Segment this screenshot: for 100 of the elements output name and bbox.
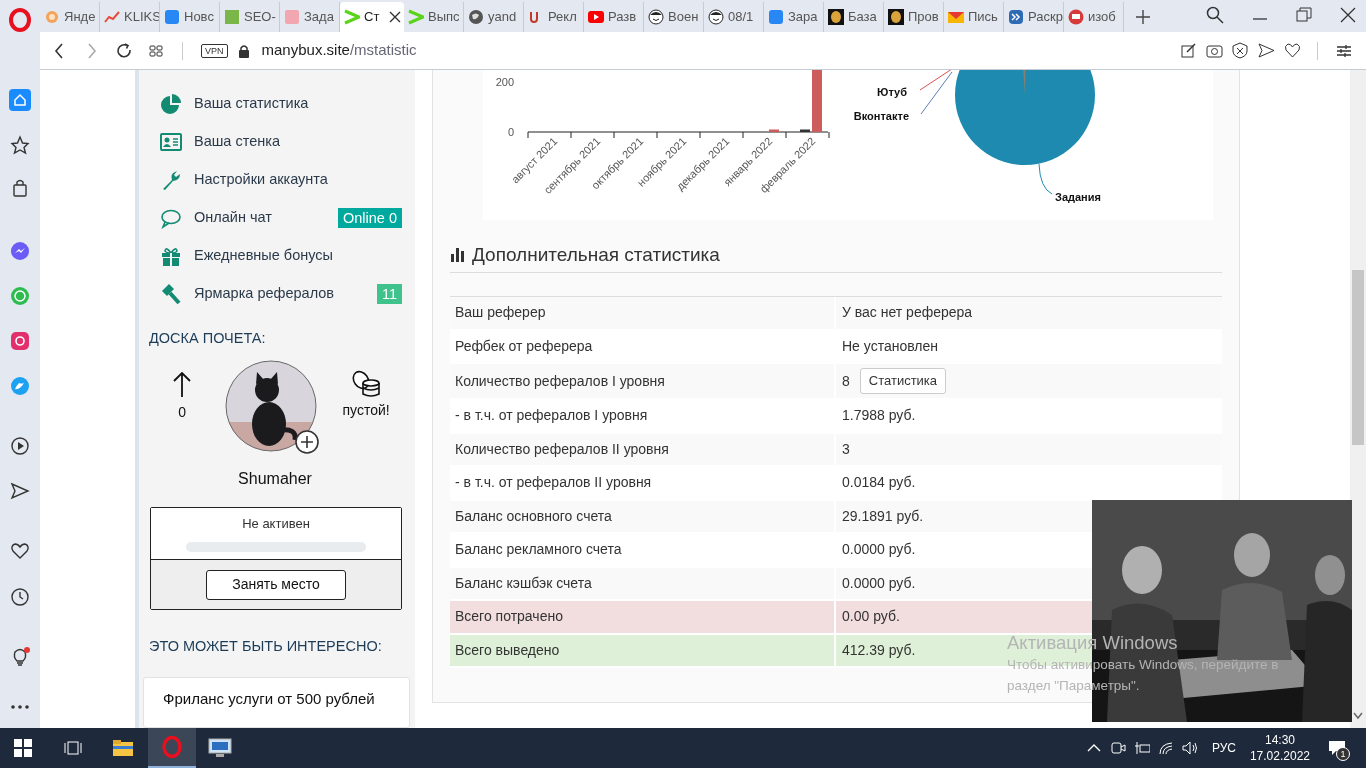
envelope-icon: [948, 9, 964, 25]
axis-tick-label: 200: [495, 76, 514, 88]
menu-item[interactable]: Ваша статистика: [139, 85, 415, 123]
vk-icon: [768, 9, 784, 25]
medal-icon: [888, 9, 904, 25]
notification-count: 1: [1336, 747, 1350, 761]
messenger-icon[interactable]: [9, 240, 31, 262]
scrollbar-thumb[interactable]: [1352, 270, 1364, 445]
speaker-icon[interactable]: [1181, 740, 1198, 756]
close-icon[interactable]: [1340, 7, 1356, 23]
table-cell: Рефбек от реферера: [450, 330, 836, 362]
menu-item[interactable]: Онлайн чат Online 0: [139, 199, 415, 237]
take-place-button[interactable]: Занять место: [206, 569, 346, 600]
speech-bubble-icon: [160, 207, 182, 229]
smiley-icon: [708, 9, 724, 25]
twitter-icon[interactable]: [9, 375, 31, 397]
count-badge: Online 0: [338, 208, 402, 228]
shield-icon[interactable]: [1232, 42, 1249, 59]
star-icon[interactable]: [9, 134, 31, 156]
task-view-icon[interactable]: [64, 739, 82, 757]
table-cell-text: 29.1891 руб.: [842, 506, 924, 526]
chevron-icon: [408, 9, 424, 25]
clock-icon[interactable]: [9, 586, 31, 608]
camera-icon[interactable]: [1206, 42, 1223, 59]
address-field[interactable]: manybux.site/mstatistic: [261, 39, 417, 62]
table-cell: Баланс кэшбэк счета: [450, 567, 836, 599]
section-heading: Дополнительная статистика: [472, 245, 720, 265]
rank-value: 0: [178, 403, 186, 422]
table-cell: - в т.ч. от рефералов II уровня: [450, 467, 836, 499]
medal-icon: [828, 9, 844, 25]
table-cell: - в т.ч. от рефералов I уровня: [450, 400, 836, 432]
settings-icon[interactable]: [1336, 42, 1352, 59]
square-icon: [224, 9, 240, 25]
table-cell-text: 0.0184 руб.: [842, 473, 916, 493]
table-cell: Количество рефералов I уровня: [450, 364, 836, 398]
instagram-icon[interactable]: [9, 330, 31, 352]
pie-label: Задания: [1055, 191, 1101, 203]
new-tab-icon[interactable]: [1136, 10, 1150, 24]
monitor-icon: [1068, 9, 1084, 25]
menu-item[interactable]: Ежедневные бонусы: [139, 237, 415, 275]
send-icon[interactable]: [9, 480, 31, 502]
menu-item[interactable]: Ваша стенка: [139, 123, 415, 161]
table-cell: Баланс рекламного счета: [450, 534, 836, 566]
wifi-icon[interactable]: [1157, 740, 1174, 756]
table-cell: Ваш реферер: [450, 297, 836, 329]
play-icon: [588, 9, 604, 25]
tab[interactable]: Ст: [340, 2, 404, 32]
taskbar-app[interactable]: [148, 728, 196, 768]
edit-icon[interactable]: [1180, 42, 1197, 59]
table-cell-text: 412.39 руб.: [842, 640, 916, 660]
vpn-badge[interactable]: VPN: [201, 43, 228, 58]
start-icon[interactable]: [14, 739, 32, 757]
lock-icon: [237, 43, 250, 58]
leader-line: [1038, 163, 1053, 195]
table-cell: Баланс основного счета: [450, 500, 836, 532]
table-cell: Количество рефералов II уровня: [450, 433, 836, 465]
count-badge: 11: [376, 284, 402, 304]
bar: [800, 129, 810, 132]
menu-item[interactable]: Ярмарка рефералов 11: [139, 275, 415, 313]
table-cell: Всего выведено: [450, 634, 836, 666]
status-text: Не активен: [242, 515, 310, 533]
clock[interactable]: 14:30 17.02.2022: [1249, 732, 1310, 764]
sun-icon: [44, 9, 60, 25]
gift-icon: [160, 245, 182, 267]
home-icon[interactable]: [9, 89, 31, 111]
coins-icon: [351, 370, 382, 398]
heart-icon[interactable]: [1284, 42, 1301, 59]
reload-icon[interactable]: [116, 41, 132, 60]
restore-icon[interactable]: [1296, 7, 1312, 23]
table-cell-text: 0.0000 руб.: [842, 540, 916, 560]
contact-card-icon: [160, 131, 182, 153]
add-circle-icon[interactable]: [295, 430, 320, 454]
coins-status: пустой!: [342, 401, 390, 420]
chevron-icon: [344, 9, 360, 25]
table-cell-text: 0.0000 руб.: [842, 573, 916, 593]
menu-item[interactable]: Настройки аккаунта: [139, 161, 415, 199]
send-icon[interactable]: [1258, 42, 1275, 59]
chart-icon: [104, 9, 120, 25]
search-icon[interactable]: [1206, 6, 1224, 24]
opera-logo-icon[interactable]: [9, 8, 31, 32]
scroll-down-icon[interactable]: [1353, 712, 1363, 720]
promo-card[interactable]: Фриланс услуги от 500 рублей: [143, 677, 410, 728]
table-cell: Всего потрачено: [450, 601, 836, 633]
promo-title: Фриланс услуги от 500 рублей: [163, 690, 375, 707]
camera-icon[interactable]: [1109, 740, 1126, 756]
vk-icon: [164, 9, 180, 25]
monitor-icon[interactable]: [208, 738, 232, 758]
bar: [812, 70, 822, 132]
table-cell-text: 1.7988 руб.: [842, 406, 916, 426]
play-icon[interactable]: [9, 435, 31, 457]
user-name: Shumaher: [237, 469, 313, 489]
folder-icon[interactable]: [112, 739, 134, 757]
table-cell-text: 3: [842, 439, 850, 459]
close-icon[interactable]: [389, 11, 402, 23]
smiley-icon: [648, 9, 664, 25]
gavel-icon: [160, 283, 182, 305]
arrows-icon: [1008, 9, 1024, 25]
language-indicator[interactable]: РУС: [1211, 739, 1236, 757]
statistics-button[interactable]: Статистика: [859, 368, 947, 394]
table-cell-text: 0.00 руб.: [842, 607, 900, 627]
